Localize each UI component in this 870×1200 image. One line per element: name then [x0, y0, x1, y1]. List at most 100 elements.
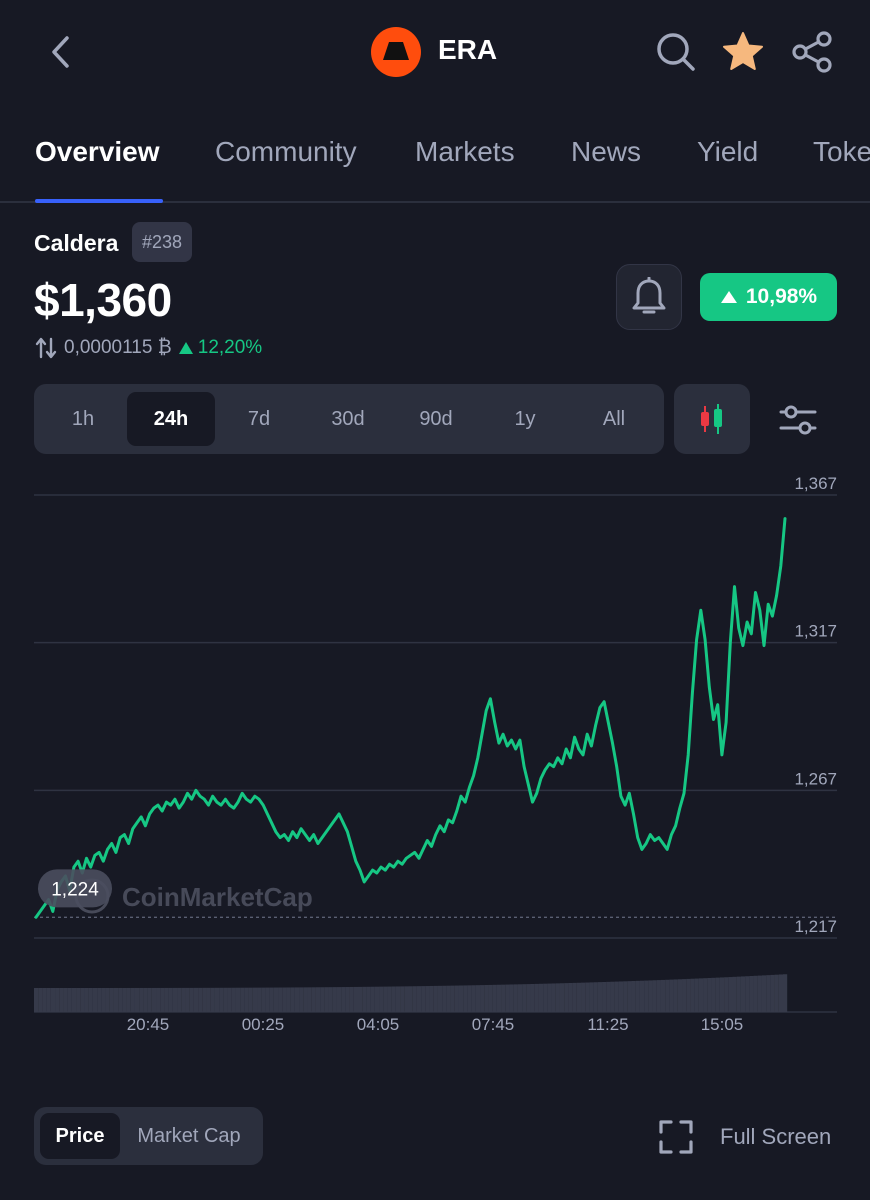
share-button[interactable] [788, 28, 836, 76]
volume-bar [370, 986, 375, 1012]
segment-price[interactable]: Price [40, 1113, 120, 1159]
volume-bar [593, 982, 598, 1012]
range-all[interactable]: All [570, 392, 658, 446]
tab-markets[interactable]: Markets [415, 136, 515, 168]
range-7d[interactable]: 7d [215, 392, 303, 446]
swap-arrows-icon[interactable] [34, 336, 58, 360]
volume-bar [240, 987, 245, 1012]
volume-bar [38, 988, 43, 1012]
tab-tokenomics[interactable]: Toke [813, 136, 870, 168]
volume-bar [522, 984, 527, 1012]
range-1y[interactable]: 1y [481, 392, 569, 446]
chart-settings-button[interactable] [770, 392, 826, 448]
volume-bar [97, 987, 102, 1012]
volume-bar [235, 987, 241, 1012]
tab-news[interactable]: News [571, 136, 641, 168]
volume-bar [639, 980, 645, 1012]
volume-bar [379, 986, 384, 1012]
start-price-badge: 1,224 [38, 869, 112, 908]
volume-bar [391, 986, 396, 1012]
volume-bar [408, 986, 413, 1012]
range-24h[interactable]: 24h [127, 392, 215, 446]
triangle-up-icon [720, 291, 737, 303]
range-30d[interactable]: 30d [304, 392, 392, 446]
volume-bar [59, 987, 64, 1012]
volume-bar [480, 985, 485, 1012]
volume-bar [488, 984, 493, 1012]
volume-bar [437, 985, 443, 1012]
token-logo [371, 27, 421, 77]
volume-bar [76, 987, 81, 1012]
volume-bar [610, 981, 615, 1012]
back-button[interactable] [36, 28, 84, 76]
volume-bar [471, 985, 476, 1012]
volume-bar [429, 985, 434, 1012]
volume-bar [581, 982, 586, 1012]
volume-bar [324, 987, 329, 1012]
range-1h[interactable]: 1h [39, 392, 127, 446]
volume-bar [416, 986, 422, 1012]
volume-bar [198, 987, 203, 1012]
search-icon [657, 33, 695, 71]
price-chart[interactable]: CoinMarketCap 1,367 1,317 1,267 1,217 1,224 2… [0, 460, 870, 1040]
x-tick-label: 00:25 [242, 1015, 285, 1034]
candlestick-toggle-button[interactable] [674, 384, 750, 454]
volume-bar [286, 987, 291, 1012]
volume-bar [757, 975, 762, 1012]
volume-bar [332, 987, 337, 1012]
volume-bar [526, 984, 531, 1012]
volume-bar [67, 987, 72, 1012]
bell-icon [632, 277, 666, 314]
btc-change: 12,20% [178, 337, 262, 359]
volume-bar [404, 986, 409, 1012]
volume-bar [547, 983, 552, 1012]
volume-bar [303, 987, 308, 1012]
volume-bar [92, 987, 98, 1012]
volume-bar [778, 974, 783, 1012]
x-tick-label: 07:45 [472, 1015, 515, 1034]
start-price-label: 1,224 [51, 879, 99, 900]
volume-bar [749, 976, 754, 1012]
volume-bar [156, 987, 161, 1012]
volume-bar [168, 987, 173, 1012]
full-screen-button[interactable]: Full Screen [658, 1117, 831, 1157]
volume-bar [551, 983, 556, 1012]
volume-bar [345, 987, 350, 1012]
volume-bar [618, 981, 624, 1012]
range-90d[interactable]: 90d [392, 392, 480, 446]
volume-bar [395, 986, 401, 1012]
segment-market-cap[interactable]: Market Cap [124, 1113, 254, 1159]
volume-bar [84, 987, 89, 1012]
volume-bar [206, 987, 211, 1012]
volume-bar [400, 986, 405, 1012]
volume-bar [80, 987, 85, 1012]
price-alert-button[interactable] [616, 264, 682, 330]
watchlist-star-button[interactable] [719, 28, 767, 76]
volume-bar [698, 978, 704, 1012]
volume-bar [467, 985, 472, 1012]
volume-bar [358, 986, 363, 1012]
watermark-text: CoinMarketCap [122, 882, 313, 912]
volume-bar [88, 987, 93, 1012]
volume-bar [122, 987, 127, 1012]
volume-bar [450, 985, 455, 1012]
volume-bar [299, 987, 304, 1012]
tab-community[interactable]: Community [215, 136, 357, 168]
volume-bar [442, 985, 447, 1012]
volume-bar [589, 982, 594, 1012]
chevron-left-icon [52, 36, 69, 68]
tab-yield[interactable]: Yield [697, 136, 758, 168]
time-range-selector: 1h 24h 7d 30d 90d 1y All [34, 384, 664, 454]
volume-bar [412, 986, 417, 1012]
volume-bar [724, 977, 729, 1012]
volume-bar [543, 983, 548, 1012]
volume-bar [290, 987, 295, 1012]
volume-bar [244, 987, 249, 1012]
search-button[interactable] [652, 28, 700, 76]
tab-overview[interactable]: Overview [35, 136, 160, 168]
volume-bar [513, 984, 518, 1012]
current-price: $1,360 [34, 274, 172, 326]
volume-bar [349, 986, 354, 1012]
volume-bar [597, 982, 603, 1012]
volume-bar [564, 983, 569, 1012]
